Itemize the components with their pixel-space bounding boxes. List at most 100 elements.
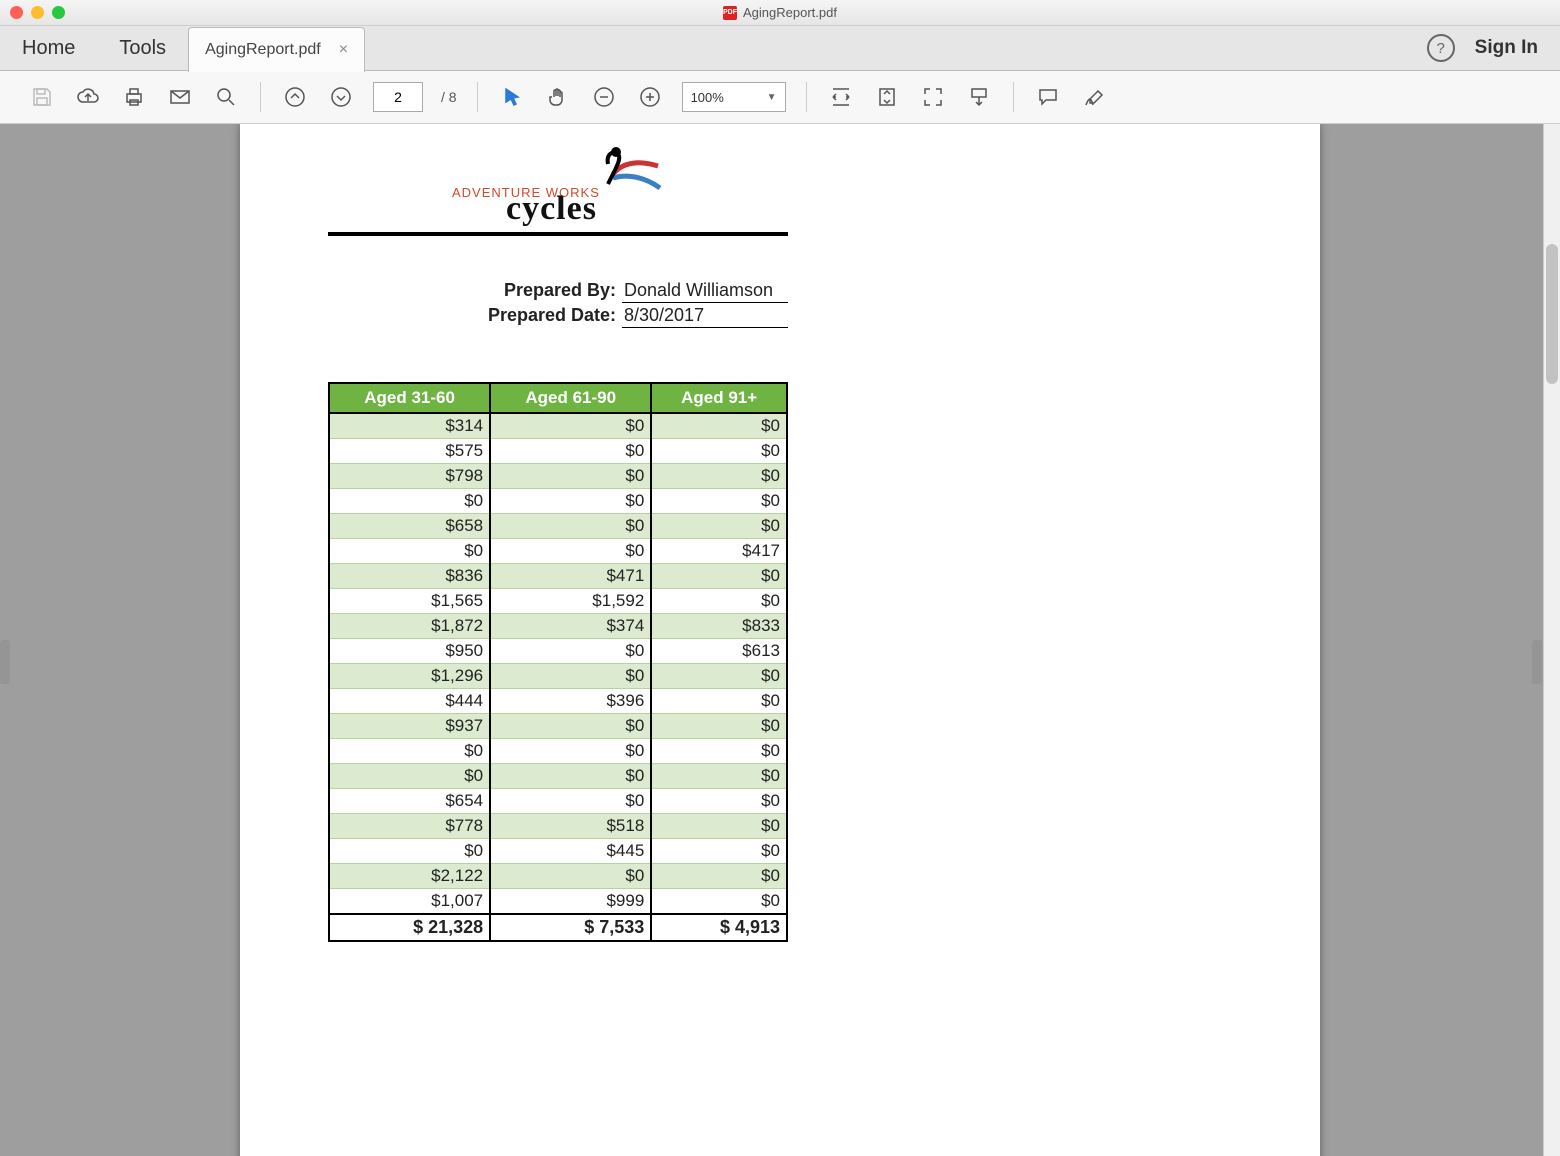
fit-width-icon[interactable]	[827, 83, 855, 111]
sign-in-button[interactable]: Sign In	[1475, 37, 1538, 59]
table-row: $0$445$0	[329, 839, 787, 864]
select-tool-icon[interactable]	[498, 83, 526, 111]
zoom-value: 100%	[691, 90, 724, 105]
scrollbar-thumb[interactable]	[1546, 244, 1558, 384]
table-cell: $0	[651, 789, 787, 814]
col-header: Aged 91+	[651, 383, 787, 413]
table-row: $0$0$0	[329, 489, 787, 514]
table-cell: $0	[651, 489, 787, 514]
table-row: $836$471$0	[329, 564, 787, 589]
table-cell: $0	[651, 564, 787, 589]
table-cell: $0	[651, 764, 787, 789]
table-row: $2,122$0$0	[329, 864, 787, 889]
pdf-icon: PDF	[723, 6, 737, 20]
table-cell: $950	[329, 639, 490, 664]
table-cell: $0	[651, 839, 787, 864]
dropdown-arrow-icon: ▼	[767, 92, 777, 103]
nav-tools[interactable]: Tools	[97, 26, 188, 70]
document-tab[interactable]: AgingReport.pdf ×	[188, 27, 365, 72]
table-row: $444$396$0	[329, 689, 787, 714]
table-cell: $0	[329, 839, 490, 864]
help-icon[interactable]: ?	[1427, 34, 1455, 62]
table-total-cell: $ 7,533	[490, 914, 651, 941]
table-row: $0$0$0	[329, 739, 787, 764]
document-tab-label: AgingReport.pdf	[205, 41, 321, 59]
table-row: $0$0$0	[329, 764, 787, 789]
table-cell: $0	[490, 864, 651, 889]
prev-page-icon[interactable]	[281, 83, 309, 111]
zoom-select[interactable]: 100% ▼	[682, 82, 786, 112]
table-row: $778$518$0	[329, 814, 787, 839]
table-cell: $471	[490, 564, 651, 589]
table-row: $575$0$0	[329, 439, 787, 464]
cloud-upload-icon[interactable]	[74, 83, 102, 111]
table-cell: $0	[490, 514, 651, 539]
table-cell: $0	[490, 439, 651, 464]
nav-home[interactable]: Home	[0, 26, 97, 70]
table-cell: $374	[490, 614, 651, 639]
table-cell: $778	[329, 814, 490, 839]
prepared-date-label: Prepared Date:	[488, 305, 616, 326]
fit-page-icon[interactable]	[873, 83, 901, 111]
table-row: $1,296$0$0	[329, 664, 787, 689]
table-row: $658$0$0	[329, 514, 787, 539]
col-header: Aged 31-60	[329, 383, 490, 413]
comment-icon[interactable]	[1034, 83, 1062, 111]
table-row: $1,565$1,592$0	[329, 589, 787, 614]
table-row: $937$0$0	[329, 714, 787, 739]
table-cell: $0	[651, 889, 787, 915]
table-total-cell: $ 4,913	[651, 914, 787, 941]
table-cell: $0	[651, 689, 787, 714]
read-mode-icon[interactable]	[965, 83, 993, 111]
zoom-out-icon[interactable]	[590, 83, 618, 111]
table-cell: $445	[490, 839, 651, 864]
sign-icon[interactable]	[1080, 83, 1108, 111]
close-tab-icon[interactable]: ×	[339, 41, 348, 59]
hand-tool-icon[interactable]	[544, 83, 572, 111]
pdf-page: ADVENTURE WORKS cycles Prepared By: Dona…	[240, 124, 1320, 1156]
table-cell: $0	[329, 539, 490, 564]
table-cell: $0	[329, 739, 490, 764]
table-cell: $999	[490, 889, 651, 915]
email-icon[interactable]	[166, 83, 194, 111]
table-cell: $0	[490, 789, 651, 814]
page-total: / 8	[441, 89, 457, 105]
table-cell: $0	[490, 739, 651, 764]
table-cell: $518	[490, 814, 651, 839]
table-cell: $1,592	[490, 589, 651, 614]
save-icon[interactable]	[28, 83, 56, 111]
vertical-scrollbar[interactable]	[1543, 124, 1560, 1156]
next-page-icon[interactable]	[327, 83, 355, 111]
page-number-input[interactable]	[373, 82, 423, 112]
table-row: $314$0$0	[329, 413, 787, 439]
table-row: $1,007$999$0	[329, 889, 787, 915]
table-cell: $1,007	[329, 889, 490, 915]
table-cell: $444	[329, 689, 490, 714]
table-total-row: $ 21,328$ 7,533$ 4,913	[329, 914, 787, 941]
table-total-cell: $ 21,328	[329, 914, 490, 941]
right-panel-handle[interactable]	[1532, 640, 1542, 684]
fullscreen-icon[interactable]	[919, 83, 947, 111]
table-cell: $0	[651, 814, 787, 839]
table-cell: $0	[651, 413, 787, 439]
table-cell: $0	[651, 514, 787, 539]
table-cell: $937	[329, 714, 490, 739]
document-viewport[interactable]: ADVENTURE WORKS cycles Prepared By: Dona…	[0, 124, 1560, 1156]
table-cell: $836	[329, 564, 490, 589]
search-icon[interactable]	[212, 83, 240, 111]
logo-text-bottom: cycles	[506, 190, 597, 228]
window-title-text: AgingReport.pdf	[743, 5, 837, 20]
logo-divider	[328, 232, 788, 236]
window-title: PDF AgingReport.pdf	[0, 5, 1560, 20]
table-cell: $314	[329, 413, 490, 439]
table-cell: $0	[490, 489, 651, 514]
table-cell: $396	[490, 689, 651, 714]
print-icon[interactable]	[120, 83, 148, 111]
zoom-in-icon[interactable]	[636, 83, 664, 111]
table-cell: $0	[651, 664, 787, 689]
table-cell: $654	[329, 789, 490, 814]
table-cell: $0	[490, 664, 651, 689]
table-cell: $1,565	[329, 589, 490, 614]
left-panel-handle[interactable]	[0, 640, 10, 684]
table-header-row: Aged 31-60 Aged 61-90 Aged 91+	[329, 383, 787, 413]
